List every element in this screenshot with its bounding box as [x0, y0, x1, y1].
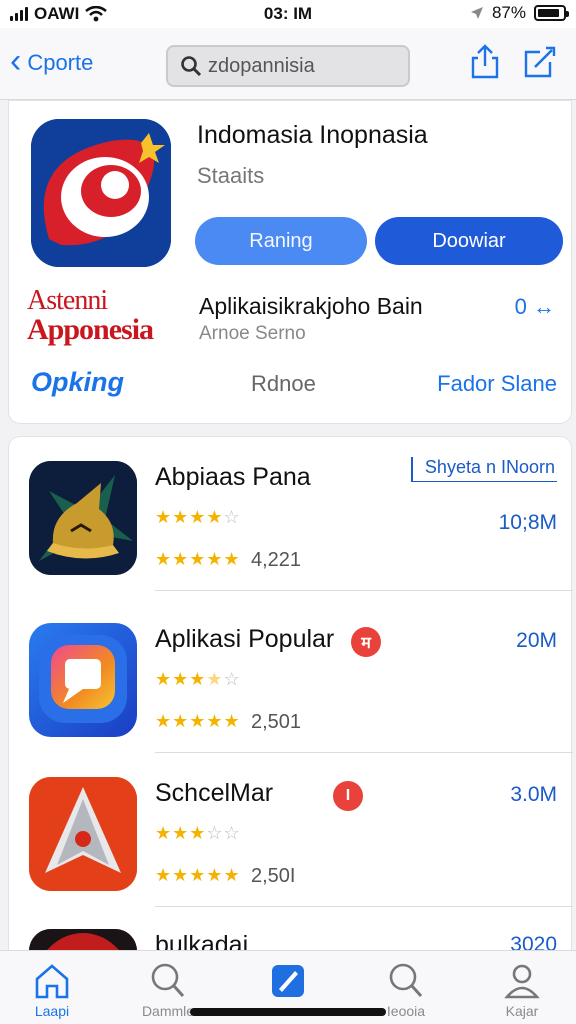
search-icon	[181, 56, 202, 77]
battery-percent: 87%	[491, 3, 526, 22]
rating-count: 2,50I	[251, 865, 296, 887]
featured-title: Indomasia Inopnasia	[197, 121, 428, 149]
tab-profile[interactable]: Kajar	[472, 961, 572, 1019]
app-icon	[29, 623, 137, 737]
back-button[interactable]: ‹ Cporte	[10, 42, 94, 80]
badge: I	[333, 781, 363, 811]
app-size: 10;8M	[498, 511, 557, 534]
app-name: Abpiaas Pana	[155, 463, 311, 491]
rating-stars-icon: ★★★★★	[155, 865, 241, 885]
tab-apps[interactable]	[238, 961, 338, 1003]
rating-count: 2,501	[251, 711, 302, 733]
arrow-shield-icon	[29, 777, 137, 891]
back-label: Cporte	[27, 50, 94, 75]
brand-line-2: Apponesia	[27, 313, 154, 346]
search-field[interactable]: zdopannisia	[166, 45, 410, 87]
list-item[interactable]: Abpiaas Pana ★★★★☆ ★★★★★ 4,221 10;8M	[9, 437, 573, 591]
search-icon	[389, 963, 423, 998]
list-item[interactable]: Aplikasi Popular म ★★★★☆ ★★★★★ 2,501 20M	[9, 599, 573, 753]
share-icon[interactable]	[468, 44, 502, 80]
tab-home[interactable]: Laapi	[2, 961, 102, 1019]
compose-icon[interactable]	[522, 44, 556, 80]
battery-fill	[538, 9, 559, 17]
badge: म	[351, 627, 381, 657]
app-name: SchcelMar	[155, 779, 274, 807]
rating-stars-icon: ★★★★★	[155, 711, 241, 731]
tab-label: Laapi	[34, 1003, 70, 1019]
row-divider	[155, 590, 573, 591]
app-size: 20M	[516, 629, 557, 652]
rating-stars-icon: ★★★★☆	[155, 507, 241, 527]
search-text: zdopannisia	[208, 54, 315, 77]
download-button[interactable]: Doowiar	[375, 217, 563, 265]
link-left[interactable]: Opking	[31, 367, 124, 398]
location-icon	[470, 7, 483, 19]
profile-icon	[504, 964, 540, 999]
link-right[interactable]: Fador Slane	[437, 371, 557, 397]
chat-bubble-icon	[39, 635, 127, 723]
status-right: 87%	[470, 3, 569, 23]
featured-app-icon[interactable]	[31, 119, 171, 267]
tab-label: Kajar	[505, 1003, 539, 1019]
promo-subtitle: Arnoe Serno	[199, 323, 306, 344]
rating-count: 4,221	[251, 549, 302, 571]
app-size: 3.0M	[510, 783, 557, 806]
swirl-logo-icon	[31, 119, 171, 267]
app-name: Aplikasi Popular	[155, 625, 335, 653]
list-item[interactable]: SchcelMar I ★★★☆☆ ★★★★★ 2,50I 3.0M	[9, 753, 573, 907]
promo-count[interactable]: 0 ↔	[515, 294, 555, 320]
featured-card: Indomasia Inopnasia Staaits Raning Doowi…	[8, 100, 572, 424]
home-indicator[interactable]	[190, 1008, 386, 1016]
rating-button[interactable]: Raning	[195, 217, 367, 265]
status-bar: OAWI 03: IM 87%	[0, 0, 576, 28]
home-icon	[35, 964, 69, 999]
rating-stars-icon: ★★★★☆	[155, 669, 241, 689]
app-icon	[29, 461, 137, 575]
golden-helmet-icon	[29, 461, 137, 575]
nav-bar: ‹ Cporte zdopannisia	[0, 28, 576, 100]
promo-title: Aplikaisikrakjoho Bain	[199, 293, 423, 319]
link-middle[interactable]: Rdnoe	[251, 371, 316, 397]
app-list-card: Shyeta n INoorn Abpiaas Pana ★★★★☆ ★★★★★…	[8, 436, 573, 977]
battery-icon	[534, 5, 569, 21]
rating-stars-icon: ★★★☆☆	[155, 823, 241, 843]
brand-line-1: Astenni	[27, 285, 108, 316]
rating-stars-icon: ★★★★★	[155, 549, 241, 569]
search-icon	[151, 963, 185, 998]
brand-logo: Astenni Apponesia	[27, 287, 167, 345]
chevron-left-icon: ‹	[10, 42, 22, 80]
apps-icon	[272, 965, 304, 997]
featured-subtitle: Staaits	[197, 163, 265, 188]
app-icon	[29, 777, 137, 891]
